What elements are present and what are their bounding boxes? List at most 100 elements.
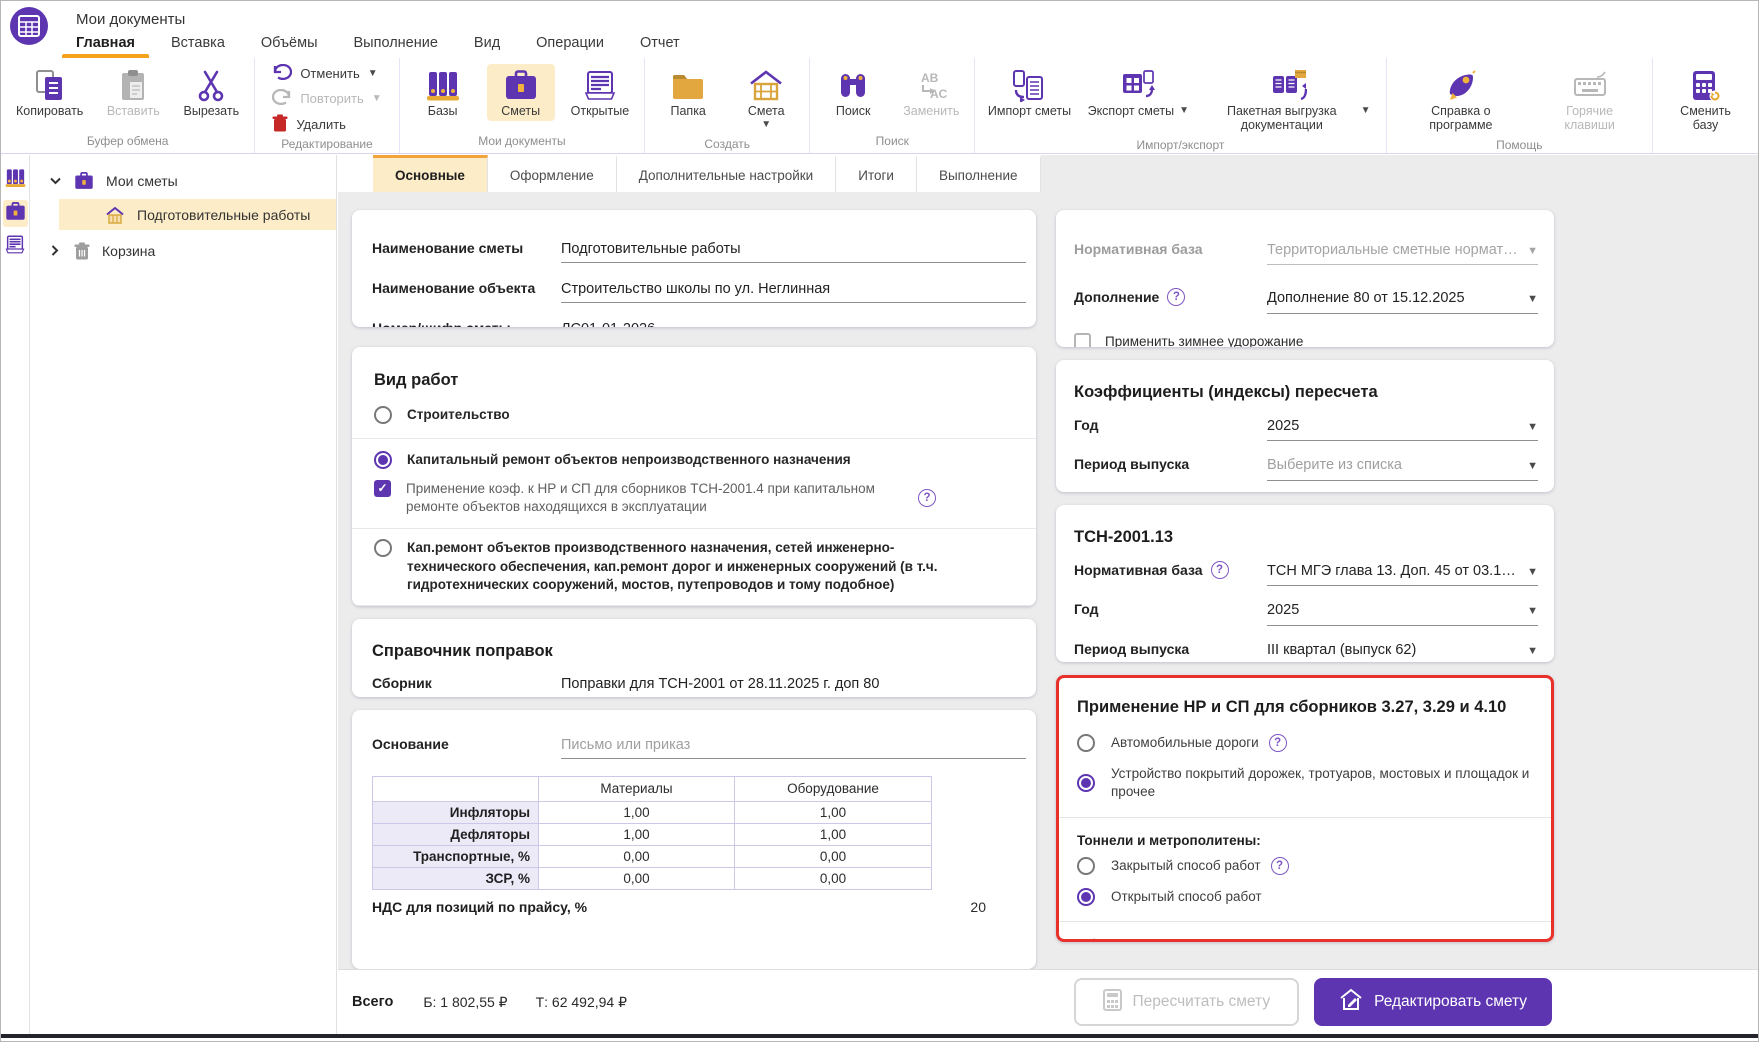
tsn-year-field[interactable]: 2025▼ (1267, 602, 1538, 625)
coeff-period-field[interactable]: Выберите из списка▼ (1267, 457, 1538, 480)
ribbon-group-create: Папка Смета ▼ Создать (645, 58, 810, 153)
menu-tab-vypolnenie[interactable]: Выполнение (343, 31, 449, 58)
zsr-equipment-cell[interactable]: 0,00 (735, 867, 932, 889)
work-type-option-construction[interactable]: Строительство (352, 406, 1036, 425)
chevron-down-icon[interactable]: ▼ (1527, 565, 1538, 580)
chevron-down-icon[interactable]: ▼ (1527, 292, 1538, 307)
import-estimate-button[interactable]: Импорт сметы (984, 64, 1074, 121)
help-icon[interactable]: ? (918, 489, 936, 507)
estimate-button[interactable]: Смета ▼ (732, 64, 800, 135)
transport-equipment-cell[interactable]: 0,00 (735, 845, 932, 867)
tab-oformlenie[interactable]: Оформление (488, 155, 617, 192)
chevron-down-icon[interactable]: ▼ (1527, 604, 1538, 619)
transport-materials-cell[interactable]: 0,00 (539, 845, 735, 867)
replace-icon: ABAC (914, 67, 948, 104)
search-button[interactable]: Поиск (819, 64, 887, 121)
menu-tab-obyomy[interactable]: Объёмы (250, 31, 329, 58)
winter-cost-checkbox-row[interactable]: Применить зимнее удорожание (1074, 333, 1538, 347)
chevron-down-icon[interactable]: ▼ (1527, 644, 1538, 659)
deflators-equipment-cell[interactable]: 1,00 (735, 823, 932, 845)
edit-estimate-button[interactable]: Редактировать смету (1314, 978, 1552, 1026)
tab-vypolnenie[interactable]: Выполнение (917, 155, 1041, 192)
radio-icon[interactable] (1077, 734, 1095, 752)
opened-button[interactable]: Открытые (565, 64, 636, 121)
radio-checked-icon[interactable] (374, 451, 392, 469)
chevron-down-icon[interactable]: ▼ (1527, 459, 1538, 474)
hotkeys-button[interactable]: Горячие клавиши (1536, 64, 1643, 136)
paste-button[interactable]: Вставить (99, 64, 167, 121)
export-estimate-button[interactable]: Экспорт сметы▼ (1085, 64, 1192, 121)
tsn-title: ТСН-2001.13 (1074, 528, 1538, 547)
work-type-checkbox-nr-sp[interactable]: Применение коэф. к НР и СП для сборников… (352, 480, 1036, 518)
menu-tab-vstavka[interactable]: Вставка (160, 31, 236, 58)
replace-button[interactable]: ABAC Заменить (897, 64, 965, 121)
inflators-materials-cell[interactable]: 1,00 (539, 801, 735, 823)
chevron-down-icon[interactable]: ▼ (1527, 420, 1538, 435)
delete-button[interactable]: Удалить (272, 114, 381, 135)
work-type-option-capital-repair[interactable]: Капитальный ремонт объектов непроизводст… (352, 451, 1036, 470)
change-base-button[interactable]: Сменить базу (1662, 64, 1749, 136)
vat-value[interactable]: 20 (970, 899, 986, 915)
undo-button[interactable]: Отменить ▼ (272, 64, 381, 83)
deflators-materials-cell[interactable]: 1,00 (539, 823, 735, 845)
work-type-option-industrial-repair[interactable]: Кап.ремонт объектов производственного на… (352, 539, 1036, 594)
chevron-down-icon[interactable]: ▼ (368, 67, 378, 81)
tree-item-my-estimates[interactable]: Мои сметы (31, 164, 336, 197)
bases-button[interactable]: Базы (409, 64, 477, 121)
briefcase-icon (5, 202, 26, 226)
recalculate-button[interactable]: Пересчитать смету (1074, 978, 1300, 1026)
option-open-method[interactable]: Открытый способ работ (1077, 888, 1533, 906)
chevron-down-icon[interactable]: ▼ (1361, 104, 1371, 118)
corrections-collection-value[interactable]: Поправки для ТСН-2001 от 28.11.2025 г. д… (561, 676, 1026, 696)
radio-icon[interactable] (374, 406, 392, 424)
menu-tab-otchet[interactable]: Отчет (629, 31, 691, 58)
redo-button[interactable]: Повторить ▼ (272, 89, 381, 108)
rail-bases-button[interactable] (3, 167, 28, 194)
folder-button[interactable]: Папка (654, 64, 722, 121)
help-icon[interactable]: ? (1167, 288, 1185, 306)
tsn-base-field[interactable]: ТСН МГЭ глава 13. Доп. 45 от 03.10.2025▼ (1267, 563, 1538, 586)
help-icon[interactable]: ? (1271, 857, 1289, 875)
batch-export-button[interactable]: Пакетная выгрузка документации▼ (1202, 64, 1377, 136)
copy-button[interactable]: Копировать (10, 64, 89, 121)
chevron-down-icon[interactable] (48, 177, 62, 185)
rail-opened-button[interactable] (3, 233, 28, 260)
chevron-down-icon[interactable]: ▼ (761, 118, 771, 132)
tab-dop-nastroyki[interactable]: Дополнительные настройки (617, 155, 837, 192)
radio-checked-icon[interactable] (1077, 774, 1095, 792)
option-pavement[interactable]: Устройство покрытий дорожек, тротуаров, … (1077, 765, 1533, 801)
option-auto-roads[interactable]: Автомобильные дороги ? (1077, 734, 1533, 752)
tab-osnovnye[interactable]: Основные (373, 155, 488, 192)
rail-estimates-button[interactable] (3, 200, 28, 227)
radio-icon[interactable] (374, 539, 392, 557)
estimate-number-field[interactable]: ЛС01-01-2026 (561, 321, 1026, 327)
help-icon[interactable]: ? (1211, 561, 1229, 579)
normative-base-field[interactable]: Территориальные сметные нормативы для Мо… (1267, 242, 1538, 265)
radio-icon[interactable] (1077, 857, 1095, 875)
about-button[interactable]: Справка о программе (1396, 64, 1527, 136)
chevron-right-icon[interactable] (48, 245, 62, 256)
cut-button[interactable]: Вырезать (177, 64, 245, 121)
checkbox-checked-icon[interactable] (374, 480, 391, 497)
tree-item-recycle-bin[interactable]: Корзина (31, 234, 336, 267)
estimate-name-field[interactable]: Подготовительные работы (561, 241, 1026, 263)
menu-tab-vid[interactable]: Вид (463, 31, 511, 58)
coeff-year-field[interactable]: 2025▼ (1267, 418, 1538, 441)
tab-itogi[interactable]: Итоги (836, 155, 917, 192)
menu-tab-glavnaya[interactable]: Главная (65, 31, 146, 58)
option-closed-method[interactable]: Закрытый способ работ ? (1077, 857, 1533, 875)
supplement-field[interactable]: Дополнение 80 от 15.12.2025▼ (1267, 290, 1538, 313)
inflators-equipment-cell[interactable]: 1,00 (735, 801, 932, 823)
tree-item-preparatory-works[interactable]: Подготовительные работы (59, 199, 336, 230)
checkbox-icon[interactable] (1074, 333, 1091, 347)
chevron-down-icon[interactable]: ▼ (1179, 104, 1189, 118)
object-name-field[interactable]: Строительство школы по ул. Неглинная (561, 281, 1026, 303)
tsn-period-field[interactable]: III квартал (выпуск 62)▼ (1267, 642, 1538, 662)
zsr-materials-cell[interactable]: 0,00 (539, 867, 735, 889)
help-icon[interactable]: ? (1269, 734, 1287, 752)
menu-tab-operacii[interactable]: Операции (525, 31, 615, 58)
vat-label: НДС для позиций по прайсу, % (372, 899, 587, 915)
radio-checked-icon[interactable] (1077, 888, 1095, 906)
estimates-button[interactable]: Сметы (487, 64, 555, 121)
basis-field[interactable]: Письмо или приказ (561, 737, 1026, 759)
